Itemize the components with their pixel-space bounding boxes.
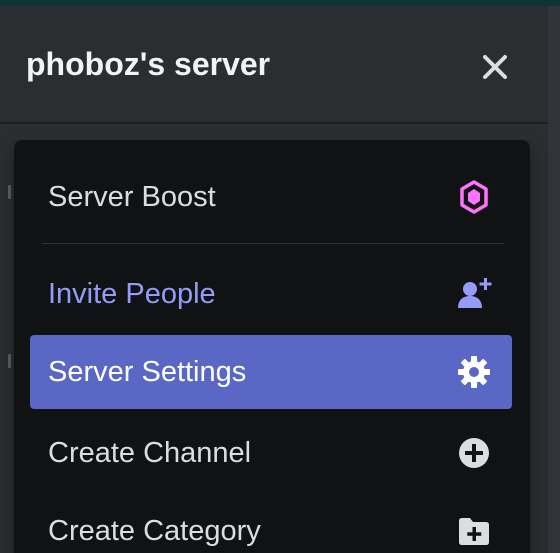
- menu-item-server-settings[interactable]: Server Settings: [30, 335, 512, 409]
- menu-item-invite-people[interactable]: Invite People: [30, 257, 512, 331]
- app-window: phoboz's server Server Boost Invite Peop…: [0, 0, 560, 553]
- channel-list-edge-mark: [8, 354, 11, 368]
- add-person-icon: [458, 278, 492, 308]
- menu-item-label: Server Settings: [48, 356, 247, 388]
- channel-list-edge-mark: [8, 185, 11, 199]
- server-dropdown-menu: Server Boost Invite People Server Settin…: [14, 140, 530, 553]
- menu-item-server-boost[interactable]: Server Boost: [30, 160, 512, 234]
- menu-item-label: Server Boost: [48, 181, 216, 213]
- menu-item-label: Create Category: [48, 515, 261, 547]
- close-icon[interactable]: [478, 50, 512, 84]
- folder-plus-icon: [459, 518, 489, 545]
- menu-item-label: Invite People: [48, 278, 216, 310]
- boost-gem-icon: [460, 180, 488, 214]
- plus-circle-icon: [459, 438, 489, 468]
- menu-item-label: Create Channel: [48, 437, 252, 469]
- adjacent-panel-edge: [548, 6, 560, 553]
- menu-separator: [42, 243, 504, 244]
- menu-item-create-category[interactable]: Create Category: [30, 494, 512, 553]
- server-header[interactable]: phoboz's server: [0, 6, 548, 124]
- menu-item-create-channel[interactable]: Create Channel: [30, 416, 512, 490]
- gear-icon: [458, 356, 490, 388]
- server-name: phoboz's server: [26, 46, 271, 82]
